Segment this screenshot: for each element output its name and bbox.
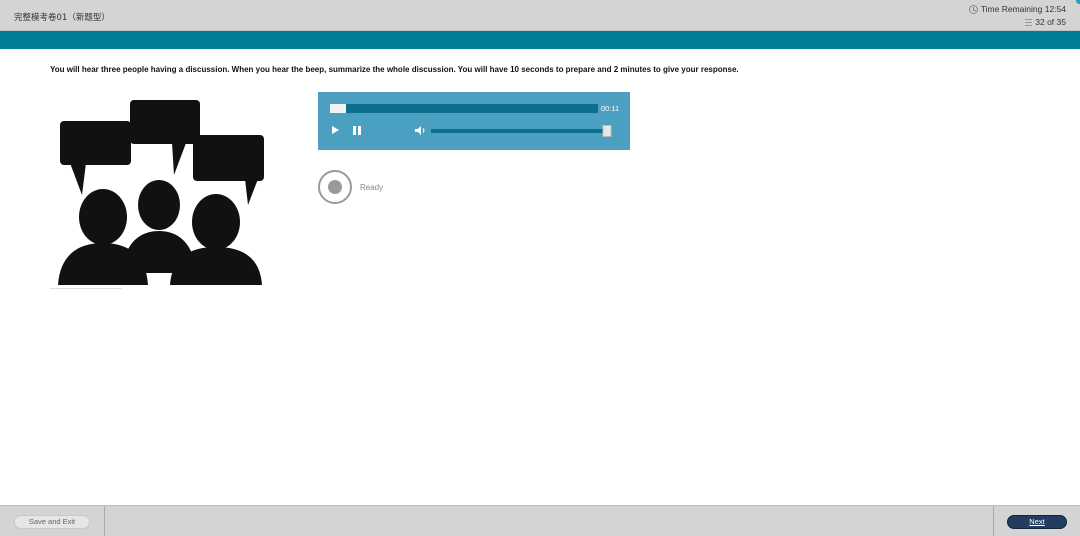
volume-icon[interactable] (415, 126, 427, 135)
audio-player: 00:11 (318, 92, 630, 150)
corner-indicator (1076, 0, 1080, 4)
save-and-exit-button[interactable]: Save and Exit (14, 515, 90, 529)
accent-band (0, 31, 1080, 49)
footer-divider-right (993, 506, 994, 536)
audio-progress-fill (330, 104, 347, 113)
volume-slider-handle[interactable] (602, 125, 612, 137)
question-counter-text: 32 of 35 (1035, 17, 1066, 27)
record-dot (328, 180, 342, 194)
list-icon (1025, 18, 1033, 26)
recording-status: Ready (360, 183, 384, 192)
volume-slider-fill (431, 129, 608, 133)
footer-divider-left (104, 506, 105, 536)
play-icon[interactable] (332, 126, 339, 134)
volume-slider[interactable] (431, 125, 612, 137)
bottom-bar: Save and Exit Next (0, 505, 1080, 536)
pause-icon[interactable] (353, 126, 361, 135)
audio-time-display: 00:11 (601, 104, 620, 113)
clock-icon (968, 4, 978, 14)
time-remaining: Time Remaining 12:54 (968, 4, 1066, 14)
next-button[interactable]: Next (1007, 515, 1067, 529)
time-remaining-text: Time Remaining 12:54 (980, 4, 1066, 14)
instruction-text: You will hear three people having a disc… (50, 65, 739, 74)
illustration-underline (50, 288, 122, 289)
audio-progress-bar[interactable] (330, 104, 598, 113)
record-icon (318, 170, 352, 204)
top-header: 完整模考卷01（新题型） Time Remaining 12:54 32 of … (0, 0, 1080, 31)
question-counter: 32 of 35 (1025, 17, 1066, 27)
discussion-people-illustration (58, 100, 264, 285)
exam-title: 完整模考卷01（新题型） (14, 13, 110, 23)
